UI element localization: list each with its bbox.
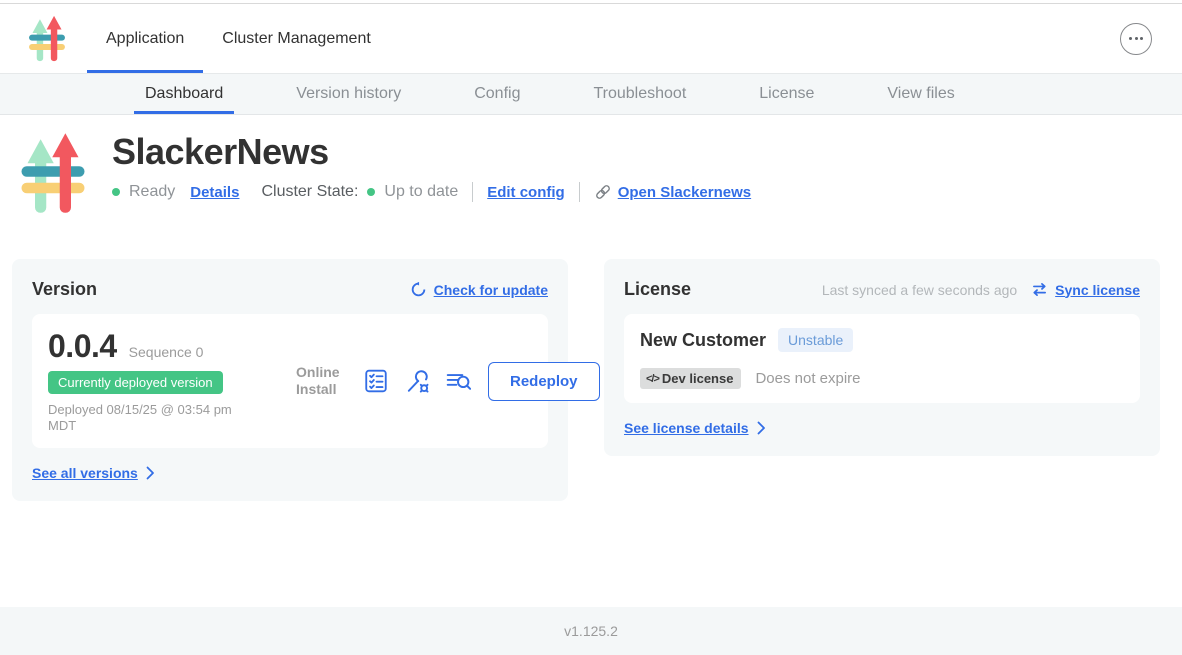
license-card-title: License: [624, 279, 691, 300]
current-version-panel: 0.0.4 Sequence 0 Currently deployed vers…: [32, 314, 548, 448]
deploy-logs-icon[interactable]: [445, 368, 471, 394]
dashboard-main: SlackerNews Ready Details Cluster State:…: [0, 115, 1182, 607]
tab-troubleshoot[interactable]: Troubleshoot: [582, 74, 697, 114]
license-expiration-text: Does not expire: [755, 370, 860, 387]
see-all-versions-label: See all versions: [32, 465, 138, 481]
tab-application[interactable]: Application: [87, 4, 203, 73]
version-card: Version Check for update: [12, 259, 568, 501]
last-synced-text: Last synced a few seconds ago: [822, 282, 1017, 298]
sync-arrows-icon: [1031, 282, 1048, 297]
tab-version-history[interactable]: Version history: [285, 74, 412, 114]
sequence-label: Sequence 0: [129, 344, 204, 360]
redeploy-button[interactable]: Redeploy: [488, 362, 600, 401]
cluster-state-value: Up to date: [384, 183, 458, 201]
open-app-link[interactable]: Open Slackernews: [594, 183, 751, 201]
preflight-checklist-icon[interactable]: [363, 368, 389, 394]
admin-console-page: Application Cluster Management Dashboard…: [0, 0, 1182, 655]
chevron-right-icon: [757, 421, 766, 435]
overflow-menu-icon[interactable]: [1120, 23, 1152, 55]
see-license-details-link[interactable]: See license details: [624, 420, 766, 436]
dev-license-badge: </> Dev license: [640, 368, 741, 389]
check-for-update-link[interactable]: Check for update: [410, 281, 548, 298]
version-number: 0.0.4: [48, 328, 117, 365]
slackernews-app-logo: [20, 131, 86, 215]
check-for-update-label: Check for update: [434, 282, 548, 298]
code-brackets-icon: </>: [646, 373, 659, 385]
tab-dashboard-label: Dashboard: [145, 85, 223, 103]
channel-badge: Unstable: [778, 328, 853, 352]
tab-dashboard[interactable]: Dashboard: [134, 74, 234, 114]
cluster-state-label: Cluster State:: [261, 183, 358, 201]
link-chain-icon: [594, 183, 612, 201]
tab-config-label: Config: [474, 85, 520, 103]
tab-cluster-management-label: Cluster Management: [222, 30, 371, 48]
app-header-bar: Application Cluster Management: [0, 4, 1182, 74]
status-details-link[interactable]: Details: [190, 184, 239, 201]
chevron-right-icon: [146, 466, 155, 480]
slackernews-logo-icon: [28, 15, 66, 62]
dev-license-label: Dev license: [662, 371, 734, 386]
tab-application-label: Application: [106, 30, 184, 48]
app-title-block: SlackerNews Ready Details Cluster State:…: [0, 129, 1182, 215]
tab-view-files-label: View files: [887, 85, 954, 103]
status-divider: [579, 182, 580, 202]
status-divider: [472, 182, 473, 202]
install-type-label: Online Install: [296, 364, 348, 398]
open-app-link-label: Open Slackernews: [618, 184, 751, 201]
deployed-status-badge: Currently deployed version: [48, 371, 223, 394]
tab-config[interactable]: Config: [463, 74, 531, 114]
page-title: SlackerNews: [112, 129, 751, 175]
tab-cluster-management[interactable]: Cluster Management: [203, 4, 390, 73]
tab-license-label: License: [759, 85, 814, 103]
top-nav-tabs: Application Cluster Management: [87, 4, 390, 73]
tab-troubleshoot-label: Troubleshoot: [593, 85, 686, 103]
tab-version-history-label: Version history: [296, 85, 401, 103]
header-right-actions: [1120, 4, 1152, 73]
edit-config-link[interactable]: Edit config: [487, 184, 565, 201]
refresh-icon: [410, 281, 427, 298]
application-sub-nav: Dashboard Version history Config Trouble…: [0, 74, 1182, 115]
cluster-state-dot: [367, 188, 375, 196]
app-status-row: Ready Details Cluster State: Up to date …: [112, 182, 751, 202]
console-footer: v1.125.2: [0, 607, 1182, 655]
see-license-details-label: See license details: [624, 420, 749, 436]
app-status-text: Ready: [129, 183, 175, 201]
tab-view-files[interactable]: View files: [876, 74, 965, 114]
license-card: License Last synced a few seconds ago Sy…: [604, 259, 1160, 456]
app-ready-status-dot: [112, 188, 120, 196]
license-detail-panel: New Customer Unstable </> Dev license Do…: [624, 314, 1140, 403]
configure-wrench-icon[interactable]: [404, 368, 430, 394]
version-card-title: Version: [32, 279, 97, 300]
dashboard-cards: Version Check for update: [0, 259, 1182, 501]
see-all-versions-link[interactable]: See all versions: [32, 465, 155, 481]
console-version-text: v1.125.2: [564, 623, 618, 639]
deployed-timestamp: Deployed 08/15/25 @ 03:54 pm MDT: [48, 402, 263, 434]
customer-name: New Customer: [640, 330, 766, 351]
tab-license[interactable]: License: [748, 74, 825, 114]
sync-license-label: Sync license: [1055, 282, 1140, 298]
sync-license-link[interactable]: Sync license: [1031, 282, 1140, 298]
